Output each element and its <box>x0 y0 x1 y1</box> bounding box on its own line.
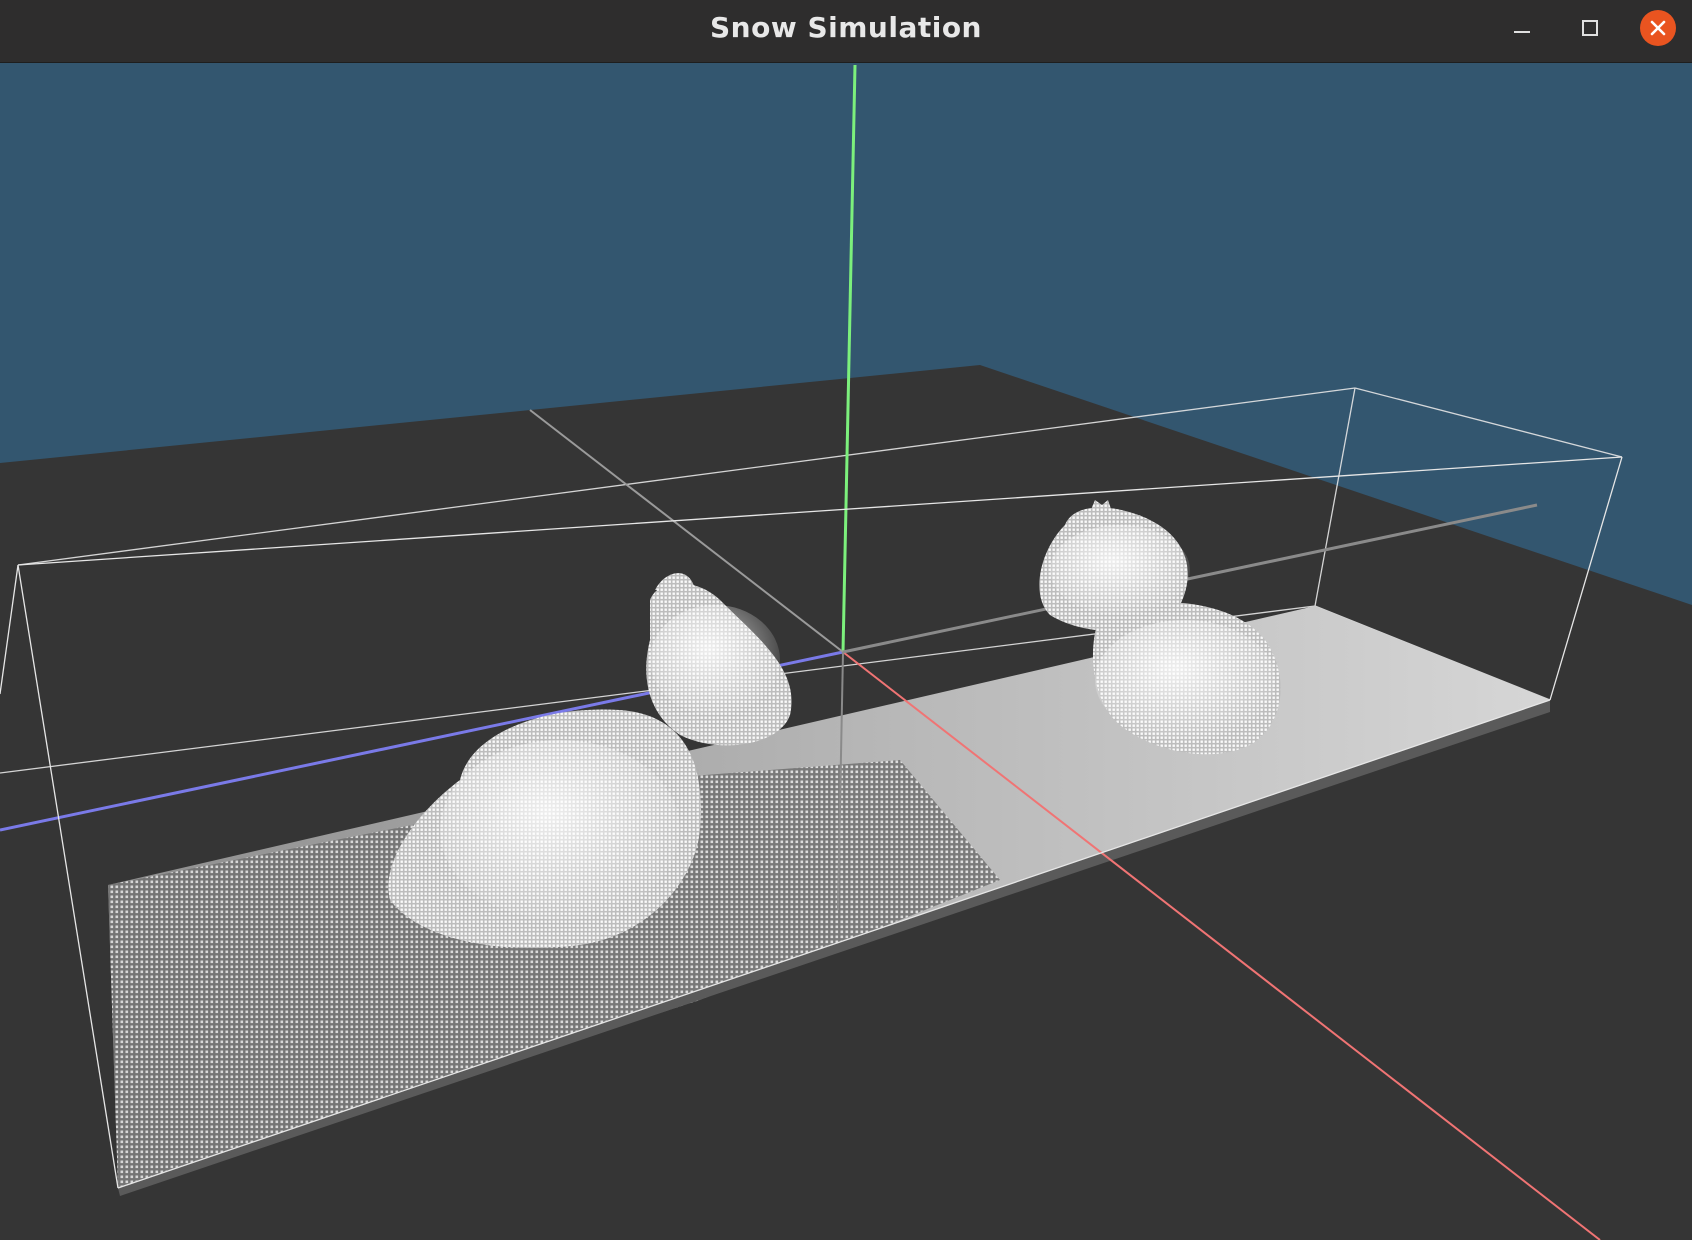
scene-canvas[interactable] <box>0 63 1692 1240</box>
close-button[interactable] <box>1640 10 1676 46</box>
close-icon <box>1650 20 1666 36</box>
simulation-viewport[interactable] <box>0 63 1692 1240</box>
app-window: Snow Simulation <box>0 0 1692 1240</box>
minimize-icon <box>1514 31 1530 33</box>
window-title: Snow Simulation <box>710 11 982 44</box>
minimize-button[interactable] <box>1504 10 1540 46</box>
maximize-button[interactable] <box>1572 10 1608 46</box>
maximize-icon <box>1582 20 1598 36</box>
title-bar[interactable]: Snow Simulation <box>0 0 1692 63</box>
